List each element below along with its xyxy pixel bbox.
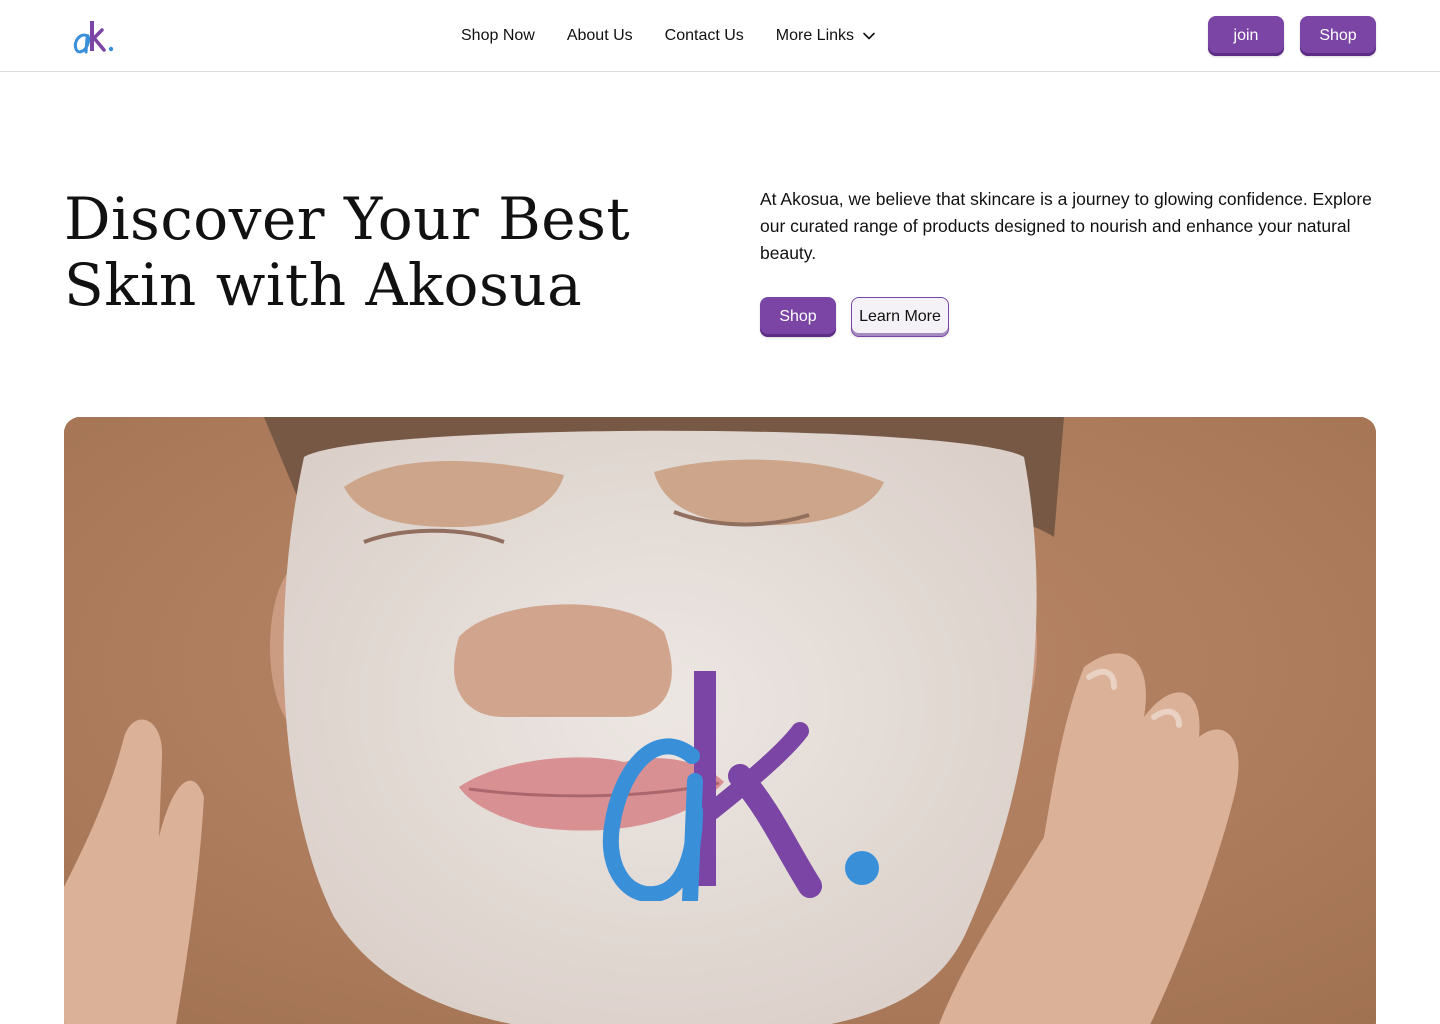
hero-brand-logo-icon — [602, 671, 879, 901]
learn-more-button[interactable]: Learn More — [851, 297, 949, 337]
hero-title-line-1: Discover Your Best — [64, 185, 631, 253]
brand-logo-link[interactable] — [72, 16, 116, 56]
top-navbar: Shop Now About Us Contact Us More Links … — [0, 0, 1440, 72]
nav-link-contact-us[interactable]: Contact Us — [665, 27, 744, 45]
chevron-down-icon — [863, 32, 875, 40]
hero-title-line-2: Skin with Akosua — [64, 251, 583, 319]
primary-nav: Shop Now About Us Contact Us More Links — [461, 0, 876, 72]
brand-logo-icon — [73, 21, 114, 54]
header-shop-button[interactable]: Shop — [1300, 16, 1376, 56]
more-links-dropdown[interactable]: More Links — [776, 27, 876, 45]
hero-description: At Akosua, we believe that skincare is a… — [760, 189, 1372, 263]
nav-link-shop-now[interactable]: Shop Now — [461, 27, 535, 45]
nav-link-about-us[interactable]: About Us — [567, 27, 633, 45]
hero-shop-button[interactable]: Shop — [760, 297, 836, 337]
hero-actions: Shop Learn More — [760, 297, 949, 337]
hero-title: Discover Your Best Skin with Akosua — [64, 186, 704, 318]
more-links-label: More Links — [775, 27, 855, 44]
hero-image — [64, 417, 1376, 1024]
join-button[interactable]: join — [1208, 16, 1284, 56]
